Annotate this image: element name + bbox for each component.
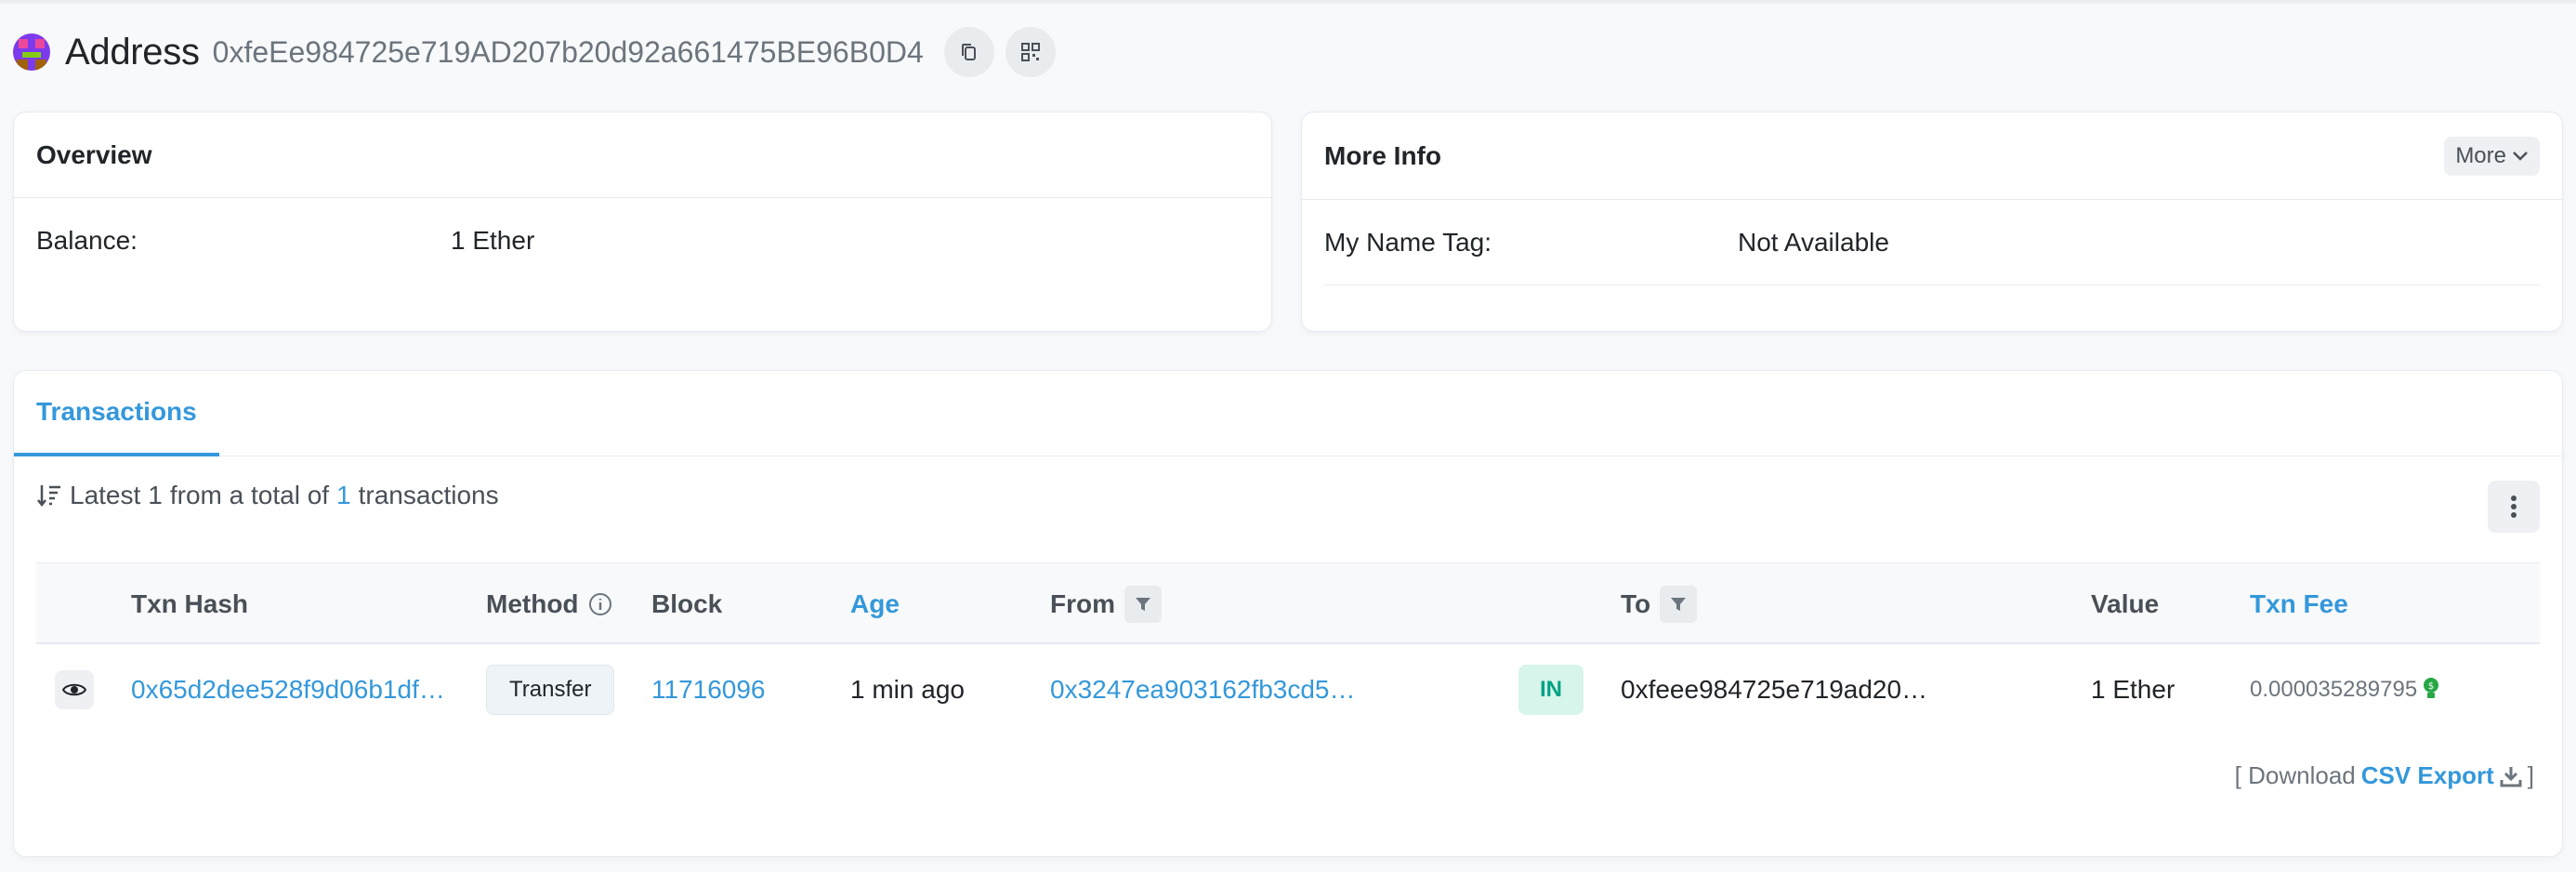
name-tag-label: My Name Tag:	[1324, 227, 1492, 257]
to-filter-button[interactable]	[1660, 586, 1698, 623]
table-row: 0x65d2dee528f9d06b1df… Transfer 11716096…	[36, 646, 2540, 733]
tab-transactions[interactable]: Transactions	[14, 371, 219, 456]
txn-fee-cell: 0.000035289795 $	[2250, 646, 2439, 733]
download-export: [ Download CSV Export ]	[2235, 761, 2534, 790]
col-method: Method	[486, 563, 612, 645]
direction-in-badge: IN	[1518, 665, 1584, 715]
age-value: 1 min ago	[850, 675, 965, 704]
transactions-summary: Latest 1 from a total of 1 transactions	[36, 481, 499, 510]
block-link[interactable]: 11716096	[651, 646, 766, 733]
table-header: Txn Hash Method Block Age From To Value …	[36, 562, 2540, 644]
more-info-title: More Info	[1324, 140, 1441, 170]
summary-middle: from a total of	[169, 481, 330, 509]
col-method-label: Method	[486, 589, 579, 618]
download-open: [ Download	[2234, 761, 2356, 789]
balance-value: 1 Ether	[451, 226, 535, 255]
top-border	[0, 0, 2576, 4]
more-vertical-icon	[2511, 495, 2517, 518]
to-address: 0xfeee984725e719ad20…	[1621, 675, 1928, 704]
table-options-button[interactable]	[2488, 481, 2540, 533]
from-address-link[interactable]: 0x3247ea903162fb3cd5…	[1050, 646, 1356, 733]
address-avatar	[13, 33, 50, 71]
summary-suffix: transactions	[358, 481, 499, 509]
svg-text:$: $	[2428, 681, 2434, 692]
eye-icon	[62, 683, 86, 696]
more-info-header: More Info More	[1302, 112, 2562, 200]
col-value: Value	[2091, 589, 2160, 618]
chevron-down-icon	[2513, 151, 2528, 161]
col-txn-fee-toggle[interactable]: Txn Fee	[2250, 563, 2348, 645]
qr-code-button[interactable]	[1005, 27, 1056, 77]
txn-fee-value: 0.000035289795	[2250, 677, 2418, 702]
page-title: Address	[65, 31, 200, 73]
info-icon[interactable]	[588, 592, 612, 616]
more-button-label: More	[2455, 142, 2506, 168]
balance-row: Balance: 1 Ether	[14, 198, 1271, 284]
address-hash: 0xfeEe984725e719AD207b20d92a661475BE96B0…	[212, 34, 924, 69]
preview-button[interactable]	[55, 670, 94, 709]
method-badge: Transfer	[486, 665, 615, 715]
gas-bulb-icon[interactable]: $	[2423, 677, 2439, 703]
overview-title: Overview	[36, 139, 152, 169]
from-filter-button[interactable]	[1124, 586, 1162, 623]
col-to-label: To	[1621, 589, 1651, 618]
col-from: From	[1050, 563, 1162, 645]
balance-label: Balance:	[36, 226, 138, 255]
name-tag-value: Not Available	[1738, 227, 1889, 257]
filter-icon	[1136, 598, 1150, 611]
col-block: Block	[651, 589, 723, 618]
summary-count: 1	[148, 481, 163, 509]
col-txn-hash: Txn Hash	[131, 589, 249, 618]
csv-export-link[interactable]: CSV Export	[2361, 761, 2494, 790]
summary-total-link[interactable]: 1	[336, 481, 351, 510]
value-cell: 1 Ether	[2091, 675, 2175, 704]
copy-icon	[961, 44, 976, 60]
row-preview-cell	[55, 646, 94, 733]
overview-card: Overview Balance: 1 Ether	[13, 112, 1272, 332]
col-from-label: From	[1050, 589, 1115, 618]
tab-bar: Transactions	[14, 371, 2562, 456]
col-to: To	[1621, 563, 1698, 645]
summary-prefix: Latest	[70, 481, 141, 509]
txn-hash-link[interactable]: 0x65d2dee528f9d06b1df…	[131, 646, 445, 733]
qr-code-icon	[1020, 43, 1040, 61]
page-header: Address 0xfeEe984725e719AD207b20d92a6614…	[13, 24, 1067, 80]
download-close: ]	[2527, 761, 2534, 789]
name-tag-row: My Name Tag: Not Available	[1324, 200, 2540, 285]
download-icon[interactable]	[2500, 765, 2522, 787]
method-cell: Transfer	[486, 646, 615, 733]
direction-cell: IN	[1518, 646, 1584, 733]
overview-header: Overview	[14, 112, 1271, 198]
copy-address-button[interactable]	[943, 27, 994, 77]
col-age-toggle[interactable]: Age	[850, 563, 900, 645]
filter-icon	[1671, 598, 1687, 611]
transactions-card: Transactions Latest 1 from a total of 1 …	[13, 370, 2563, 857]
more-info-card: More Info More My Name Tag: Not Availabl…	[1301, 112, 2563, 332]
sort-icon	[37, 485, 60, 508]
more-dropdown-button[interactable]: More	[2444, 136, 2540, 176]
